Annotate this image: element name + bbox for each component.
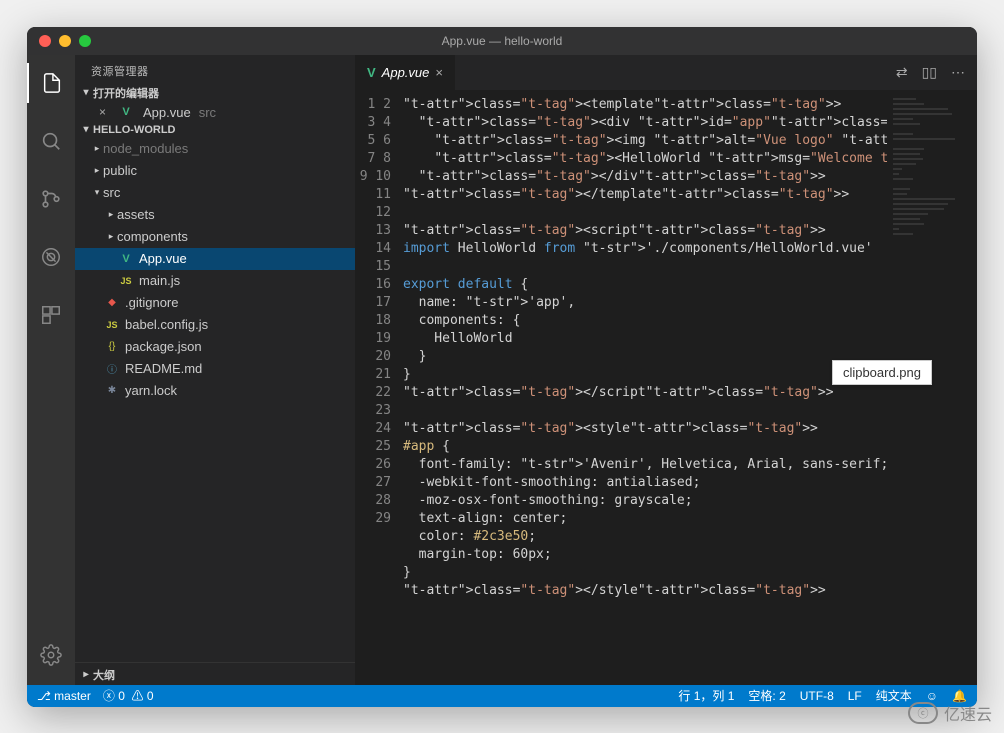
titlebar: App.vue — hello-world (27, 27, 977, 55)
tab-actions: ⇄ ▯▯ ⋯ (896, 55, 977, 90)
main-area: 资源管理器 ▾ 打开的编辑器 × V App.vue src ▾ HELLO-W… (27, 55, 977, 685)
tree-folder-assets[interactable]: ▸ assets (75, 204, 355, 226)
watermark-logo-icon: ⓒ (908, 702, 938, 724)
json-file-icon: {} (103, 341, 121, 352)
split-editor-icon[interactable]: ▯▯ (922, 64, 937, 81)
tree-folder-public[interactable]: ▸ public (75, 160, 355, 182)
tabs-bar: V App.vue × ⇄ ▯▯ ⋯ (355, 55, 977, 90)
warning-count: 0 (147, 689, 154, 703)
info-file-icon: ⓘ (103, 361, 121, 376)
tree-file-main-js[interactable]: JS main.js (75, 270, 355, 292)
maximize-window-button[interactable] (79, 35, 91, 47)
tree-file-package[interactable]: {} package.json (75, 336, 355, 358)
tooltip-text: clipboard.png (843, 365, 921, 380)
status-encoding[interactable]: UTF-8 (800, 689, 834, 703)
tooltip-clipboard: clipboard.png (832, 360, 932, 385)
chevron-right-icon: ▸ (105, 209, 117, 220)
folder-label: components (117, 229, 188, 244)
editor-body[interactable]: 1 2 3 4 5 6 7 8 9 10 11 12 13 14 15 16 1… (355, 90, 977, 685)
open-editor-item[interactable]: × V App.vue src (75, 103, 355, 122)
project-header[interactable]: ▾ HELLO-WORLD (75, 122, 355, 138)
vscode-window: App.vue — hello-world 资源管理器 (27, 27, 977, 707)
folder-label: node_modules (103, 141, 188, 156)
chevron-down-icon: ▾ (79, 124, 93, 135)
folder-label: assets (117, 207, 155, 222)
window-title: App.vue — hello-world (442, 34, 563, 48)
file-label: App.vue (139, 251, 187, 266)
file-label: README.md (125, 361, 202, 376)
line-numbers-gutter: 1 2 3 4 5 6 7 8 9 10 11 12 13 14 15 16 1… (355, 90, 403, 685)
tree-file-readme[interactable]: ⓘ README.md (75, 358, 355, 380)
open-editors-label: 打开的编辑器 (93, 85, 159, 101)
file-label: yarn.lock (125, 383, 177, 398)
chevron-down-icon: ▾ (91, 187, 103, 198)
watermark-text: 亿速云 (944, 701, 992, 725)
vue-file-icon: V (117, 106, 135, 118)
watermark: ⓒ 亿速云 (908, 701, 992, 725)
project-label: HELLO-WORLD (93, 124, 175, 136)
more-icon[interactable]: ⋯ (951, 64, 965, 81)
search-icon[interactable] (27, 121, 75, 161)
git-file-icon: ◆ (103, 297, 121, 308)
folder-label: public (103, 163, 137, 178)
open-editor-path: src (199, 105, 216, 120)
tree-file-yarn[interactable]: ✱ yarn.lock (75, 380, 355, 402)
open-editor-filename: App.vue (143, 105, 191, 120)
tree-file-babel[interactable]: JS babel.config.js (75, 314, 355, 336)
outline-header[interactable]: ▸ 大纲 (75, 662, 355, 685)
minimize-window-button[interactable] (59, 35, 71, 47)
extensions-icon[interactable] (27, 295, 75, 335)
tree-file-app-vue[interactable]: V App.vue (75, 248, 355, 270)
tree-folder-components[interactable]: ▸ components (75, 226, 355, 248)
vue-file-icon: V (367, 65, 376, 80)
status-lang[interactable]: 纯文本 (876, 687, 912, 704)
status-branch[interactable]: ⎇ master (37, 689, 91, 703)
tab-app-vue[interactable]: V App.vue × (355, 55, 456, 90)
outline-label: 大纲 (93, 667, 115, 683)
tab-label: App.vue (382, 65, 430, 80)
chevron-right-icon: ▸ (105, 231, 117, 242)
tree-folder-src[interactable]: ▾ src (75, 182, 355, 204)
status-spaces[interactable]: 空格: 2 (748, 687, 785, 704)
code-content[interactable]: "t-attr">class="t-tag"><template"t-attr"… (403, 90, 887, 685)
branch-name: master (54, 689, 91, 703)
error-count: 0 (118, 689, 125, 703)
chevron-down-icon: ▾ (79, 87, 93, 98)
tree-file-gitignore[interactable]: ◆ .gitignore (75, 292, 355, 314)
sidebar-title: 资源管理器 (75, 55, 355, 83)
minimap[interactable] (887, 90, 977, 685)
js-file-icon: JS (103, 320, 121, 330)
status-cursor[interactable]: 行 1，列 1 (678, 687, 734, 704)
debug-icon[interactable] (27, 237, 75, 277)
settings-gear-icon[interactable] (27, 635, 75, 675)
status-problems[interactable]: ⓧ 0 ⚠ 0 (103, 687, 154, 704)
status-eol[interactable]: LF (848, 689, 862, 703)
lock-file-icon: ✱ (103, 385, 121, 396)
file-label: package.json (125, 339, 202, 354)
window-controls (39, 35, 91, 47)
js-file-icon: JS (117, 276, 135, 286)
chevron-right-icon: ▸ (91, 165, 103, 176)
source-control-icon[interactable] (27, 179, 75, 219)
sidebar-explorer: 资源管理器 ▾ 打开的编辑器 × V App.vue src ▾ HELLO-W… (75, 55, 355, 685)
close-icon[interactable]: × (435, 65, 443, 80)
tree-folder-node_modules[interactable]: ▸ node_modules (75, 138, 355, 160)
file-label: .gitignore (125, 295, 178, 310)
vue-file-icon: V (117, 253, 135, 265)
close-window-button[interactable] (39, 35, 51, 47)
explorer-icon[interactable] (27, 63, 75, 103)
activity-bar (27, 55, 75, 685)
statusbar: ⎇ master ⓧ 0 ⚠ 0 行 1，列 1 空格: 2 UTF-8 LF … (27, 685, 977, 707)
chevron-right-icon: ▸ (79, 669, 93, 680)
editor-area: V App.vue × ⇄ ▯▯ ⋯ 1 2 3 4 5 6 7 8 9 10 … (355, 55, 977, 685)
open-editors-header[interactable]: ▾ 打开的编辑器 (75, 83, 355, 103)
file-label: babel.config.js (125, 317, 208, 332)
folder-label: src (103, 185, 120, 200)
close-icon[interactable]: × (99, 105, 113, 119)
chevron-right-icon: ▸ (91, 143, 103, 154)
file-label: main.js (139, 273, 180, 288)
compare-icon[interactable]: ⇄ (896, 64, 908, 81)
